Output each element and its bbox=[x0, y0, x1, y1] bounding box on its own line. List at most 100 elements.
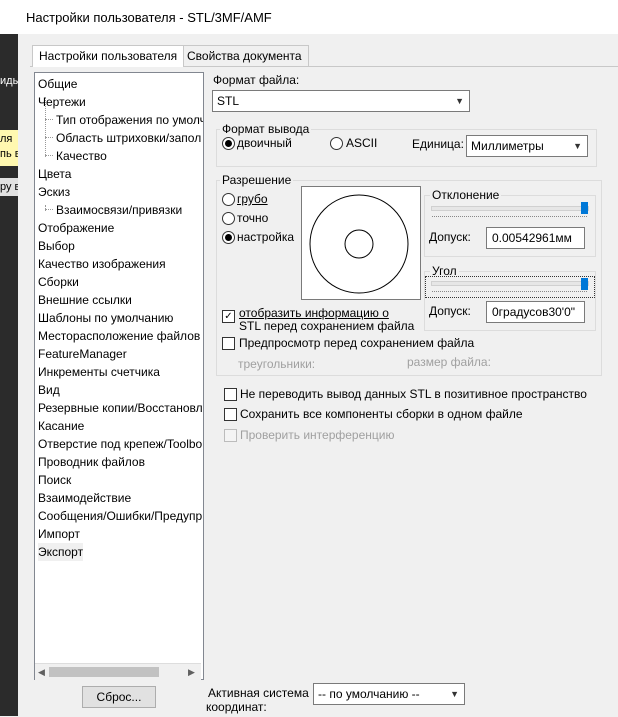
show-info-checkbox[interactable]: ✓ bbox=[222, 310, 235, 323]
units-select[interactable]: Миллиметры ▼ bbox=[466, 135, 588, 157]
tree-line bbox=[45, 137, 53, 138]
coarse-label[interactable]: грубо bbox=[237, 192, 268, 206]
background-app-strip: иды ля пь в ру вы bbox=[0, 34, 18, 716]
show-info-label-1[interactable]: отобразить информацию о bbox=[239, 306, 389, 320]
angle-tolerance-input[interactable]: 0градусов30'0" bbox=[486, 301, 585, 323]
strip-text-3: пь в bbox=[0, 148, 18, 160]
deviation-label: Отклонение bbox=[430, 188, 502, 202]
tree-item[interactable]: Шаблоны по умолчанию bbox=[38, 309, 173, 327]
tree-item[interactable]: Отображение bbox=[38, 219, 114, 237]
custom-label[interactable]: настройка bbox=[237, 230, 294, 244]
tree-item[interactable]: Отверстие под крепеж/Toolbo bbox=[38, 435, 202, 453]
tree-item[interactable]: Экспорт bbox=[38, 543, 84, 561]
binary-radio[interactable] bbox=[222, 137, 235, 150]
no-positive-space-checkbox[interactable] bbox=[224, 388, 237, 401]
tree-item[interactable]: FeatureManager bbox=[38, 345, 127, 363]
filesize-label: размер файла: bbox=[407, 355, 491, 369]
tree-line bbox=[45, 119, 53, 120]
file-format-select[interactable]: STL ▼ bbox=[212, 90, 470, 112]
tree-item[interactable]: Касание bbox=[38, 417, 84, 435]
check-interference-checkbox bbox=[224, 429, 237, 442]
tree-line bbox=[45, 155, 53, 156]
tree-item[interactable]: Общие bbox=[38, 75, 77, 93]
save-all-components-label[interactable]: Сохранить все компоненты сборки в одном … bbox=[240, 407, 523, 421]
tree-item[interactable]: Выбор bbox=[38, 237, 75, 255]
ascii-label[interactable]: ASCII bbox=[346, 136, 377, 150]
mesh-preview bbox=[301, 186, 421, 300]
tree-item[interactable]: Внешние ссылки bbox=[38, 291, 132, 309]
tree-item[interactable]: Чертежи bbox=[38, 93, 86, 111]
strip-button: ру вы bbox=[0, 178, 18, 196]
strip-warning: ля пь в bbox=[0, 130, 18, 166]
triangles-label: треугольники: bbox=[238, 357, 316, 371]
save-all-components-checkbox[interactable] bbox=[224, 408, 237, 421]
tree-item[interactable]: Область штриховки/запол bbox=[56, 129, 201, 147]
output-format-label: Формат вывода bbox=[220, 122, 312, 136]
tree-line bbox=[45, 209, 53, 210]
chevron-down-icon: ▼ bbox=[573, 141, 582, 151]
ascii-radio[interactable] bbox=[330, 137, 343, 150]
tree-item[interactable]: Цвета bbox=[38, 165, 71, 183]
angle-slider-thumb[interactable] bbox=[581, 278, 588, 290]
tree-item[interactable]: Проводник файлов bbox=[38, 453, 145, 471]
preview-checkbox[interactable] bbox=[222, 337, 235, 350]
deviation-ticks bbox=[432, 213, 587, 217]
tree-item[interactable]: Сборки bbox=[38, 273, 79, 291]
strip-text-1: иды bbox=[0, 75, 18, 87]
window-title: Настройки пользователя - STL/3MF/AMF bbox=[26, 10, 272, 25]
settings-tree[interactable]: Общие Чертежи Тип отображения по умолч Обла… bbox=[34, 72, 204, 680]
show-info-label-2[interactable]: STL перед сохранением файла bbox=[239, 319, 414, 333]
chevron-down-icon: ▼ bbox=[455, 96, 464, 106]
reset-button[interactable]: Сброс... bbox=[82, 686, 156, 708]
binary-label[interactable]: двоичный bbox=[237, 136, 292, 150]
tree-item[interactable]: Сообщения/Ошибки/Предупр bbox=[38, 507, 202, 525]
angle-slider[interactable] bbox=[431, 281, 589, 286]
deviation-tolerance-input[interactable]: 0.00542961мм bbox=[486, 227, 585, 249]
tree-item[interactable]: Качество bbox=[56, 147, 107, 165]
coord-system-label-2: координат: bbox=[206, 700, 267, 714]
fine-radio[interactable] bbox=[222, 212, 235, 225]
tab-document-properties[interactable]: Свойства документа bbox=[180, 45, 309, 66]
strip-text-2: ля bbox=[0, 133, 13, 145]
coarse-radio[interactable] bbox=[222, 193, 235, 206]
angle-tolerance-label: Допуск: bbox=[429, 304, 471, 318]
tree-item[interactable]: Месторасположение файлов bbox=[38, 327, 200, 345]
tree-item[interactable]: Инкременты счетчика bbox=[38, 363, 160, 381]
tab-user-settings[interactable]: Настройки пользователя bbox=[32, 45, 185, 67]
tree-item[interactable]: Тип отображения по умолч bbox=[56, 111, 203, 129]
tree-item[interactable]: Импорт bbox=[38, 525, 80, 543]
scroll-left-icon[interactable]: ◀ bbox=[38, 667, 45, 678]
deviation-slider[interactable] bbox=[431, 206, 589, 211]
scroll-right-icon[interactable]: ▶ bbox=[188, 667, 195, 678]
preview-label[interactable]: Предпросмотр перед сохранением файла bbox=[239, 336, 474, 350]
tree-item[interactable]: Взаимодействие bbox=[38, 489, 131, 507]
file-format-label: Формат файла: bbox=[213, 73, 300, 87]
coord-system-value: -- по умолчанию -- bbox=[318, 687, 420, 701]
tree-hscrollbar[interactable]: ◀ ▶ bbox=[35, 663, 201, 680]
tree-item[interactable]: Вид bbox=[38, 381, 60, 399]
title-bar: Настройки пользователя - STL/3MF/AMF bbox=[0, 0, 618, 34]
deviation-slider-thumb[interactable] bbox=[581, 202, 588, 214]
angle-ticks bbox=[432, 288, 587, 292]
tree-item[interactable]: Поиск bbox=[38, 471, 71, 489]
angle-slider-focus bbox=[425, 276, 595, 298]
deviation-tolerance-label: Допуск: bbox=[429, 230, 471, 244]
tree-item[interactable]: Резервные копии/Восстановл bbox=[38, 399, 203, 417]
check-interference-label: Проверить интерференцию bbox=[240, 428, 395, 442]
units-label: Единица: bbox=[412, 137, 464, 151]
file-format-value: STL bbox=[217, 94, 240, 108]
custom-radio[interactable] bbox=[222, 231, 235, 244]
check-icon: ✓ bbox=[224, 311, 233, 322]
chevron-down-icon: ▼ bbox=[450, 689, 459, 699]
tree-item[interactable]: Качество изображения bbox=[38, 255, 166, 273]
concentric-circles-icon bbox=[309, 194, 409, 294]
tree-item[interactable]: Взаимосвязи/привязки bbox=[56, 201, 182, 219]
coord-system-select[interactable]: -- по умолчанию -- ▼ bbox=[313, 683, 465, 705]
units-value: Миллиметры bbox=[471, 139, 544, 153]
no-positive-space-label[interactable]: Не переводить вывод данных STL в позитив… bbox=[240, 387, 587, 401]
tree-item[interactable]: Эскиз bbox=[38, 183, 70, 201]
scroll-thumb[interactable] bbox=[49, 667, 159, 677]
fine-label[interactable]: точно bbox=[237, 211, 268, 225]
resolution-label: Разрешение bbox=[220, 173, 294, 187]
tree-line bbox=[45, 205, 46, 211]
